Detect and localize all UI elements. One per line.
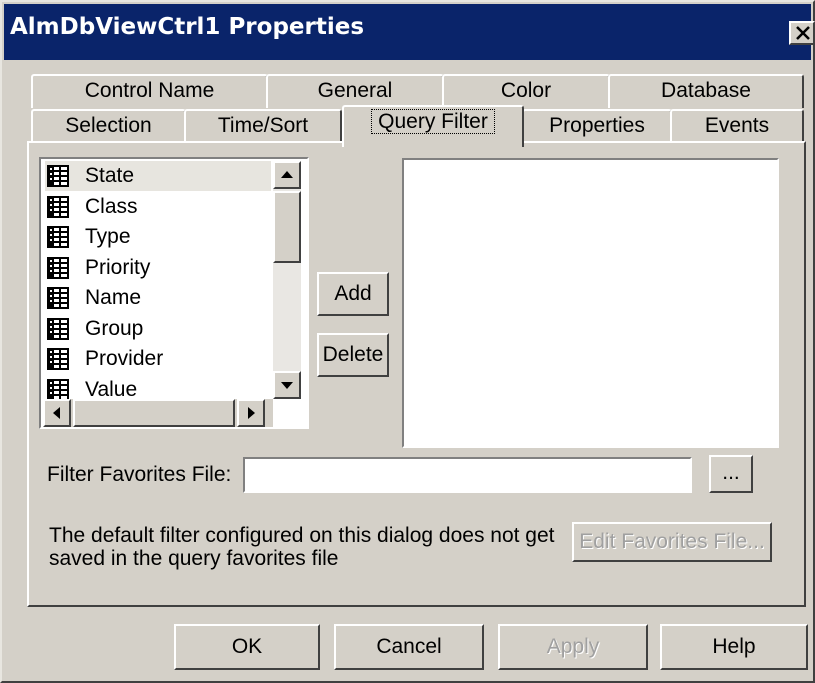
table-icon	[47, 165, 69, 187]
table-icon	[47, 378, 69, 401]
fields-listbox[interactable]: State Class Type Priority Name Group Provider V…	[39, 157, 309, 429]
table-icon	[47, 287, 69, 309]
tab-color[interactable]: Color	[442, 74, 610, 108]
apply-button[interactable]: Apply	[498, 624, 648, 670]
table-icon	[47, 195, 69, 218]
list-item[interactable]: Priority	[45, 253, 271, 283]
list-item-label: State	[85, 164, 135, 187]
arrow-right-icon	[248, 407, 255, 419]
add-button[interactable]: Add	[317, 272, 389, 316]
tab-properties[interactable]: Properties	[522, 109, 672, 143]
tab-events[interactable]: Events	[670, 109, 804, 143]
filter-favorites-label: Filter Favorites File:	[47, 463, 232, 486]
table-icon	[47, 317, 69, 340]
query-filter-panel: State Class Type Priority Name Group Provider V…	[27, 141, 806, 607]
tab-general[interactable]: General	[266, 74, 444, 108]
edit-favorites-button[interactable]: Edit Favorites File...	[572, 522, 772, 562]
title-bar[interactable]: AlmDbViewCtrl1 Properties	[4, 4, 815, 60]
note-line-1: The default filter configured on this di…	[49, 524, 555, 547]
tab-database[interactable]: Database	[608, 74, 804, 108]
scroll-thumb[interactable]	[273, 191, 301, 263]
list-item[interactable]: Name	[45, 283, 271, 313]
close-button[interactable]	[789, 21, 815, 45]
list-item-label: Class	[85, 194, 138, 218]
list-item[interactable]: Type	[45, 222, 271, 252]
properties-dialog: AlmDbViewCtrl1 Properties Control Name G…	[0, 0, 815, 683]
delete-button[interactable]: Delete	[317, 333, 389, 377]
scroll-right-button[interactable]	[237, 399, 265, 427]
horizontal-scroll-thumb[interactable]	[73, 399, 235, 427]
help-button[interactable]: Help	[660, 624, 808, 670]
filter-favorites-input[interactable]	[243, 457, 692, 493]
arrow-down-icon	[281, 382, 293, 389]
list-item-label: Type	[85, 225, 131, 248]
vertical-scrollbar[interactable]	[273, 161, 301, 399]
tab-selection[interactable]: Selection	[31, 109, 186, 143]
horizontal-scrollbar[interactable]	[43, 399, 273, 427]
browse-button[interactable]: ...	[709, 455, 753, 493]
scroll-up-button[interactable]	[273, 161, 301, 189]
tab-query-filter[interactable]: Query Filter	[342, 105, 524, 147]
list-item-label: Priority	[85, 255, 151, 279]
tab-time-sort[interactable]: Time/Sort	[184, 109, 342, 143]
list-item-label: Provider	[85, 347, 164, 370]
close-icon	[796, 26, 810, 40]
list-item-label: Name	[85, 286, 142, 309]
scroll-left-button[interactable]	[43, 399, 71, 427]
list-item[interactable]: Group	[45, 314, 271, 344]
list-item[interactable]: Class	[45, 192, 271, 222]
list-item[interactable]: State	[45, 161, 271, 191]
table-icon	[47, 348, 69, 370]
list-item-label: Group	[85, 316, 144, 340]
note-line-2: saved in the query favorites file	[49, 547, 339, 570]
table-icon	[47, 226, 69, 248]
list-item[interactable]: Provider	[45, 344, 271, 374]
scroll-down-button[interactable]	[273, 371, 301, 399]
arrow-left-icon	[53, 407, 60, 419]
table-icon	[47, 256, 69, 279]
tab-control-name[interactable]: Control Name	[31, 74, 268, 108]
filter-list[interactable]	[402, 158, 779, 448]
ok-button[interactable]: OK	[174, 624, 320, 670]
cancel-button[interactable]: Cancel	[334, 624, 484, 670]
window-title: AlmDbViewCtrl1 Properties	[10, 14, 365, 40]
arrow-up-icon	[281, 171, 293, 178]
